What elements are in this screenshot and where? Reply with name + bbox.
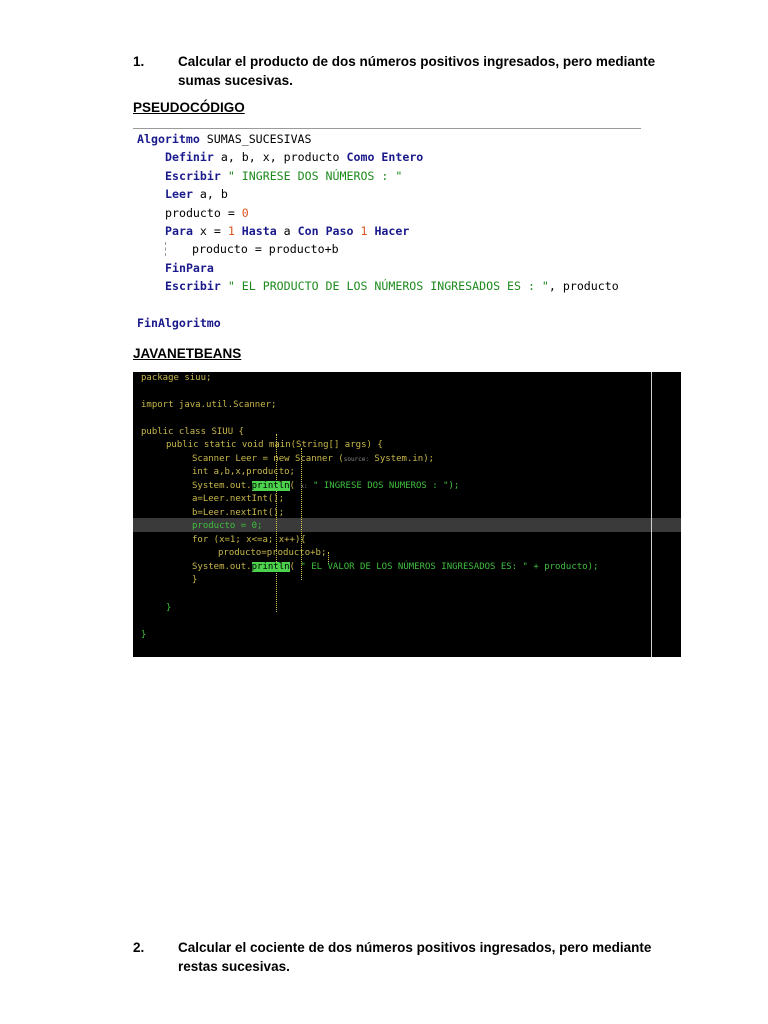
pseudo-line-5: producto = 0 <box>165 204 249 222</box>
margin-line <box>651 372 652 657</box>
kw: Escribir <box>165 279 221 293</box>
code-line-1: package siuu; <box>141 373 212 383</box>
string: " EL PRODUCTO DE LOS NÚMEROS INGRESADOS … <box>220 279 549 293</box>
code-text: System.out. <box>192 481 252 491</box>
pseudocode-divider <box>133 128 641 129</box>
code-line-5: Scanner Leer = new Scanner (source: Syst… <box>192 453 434 466</box>
text: a <box>276 224 298 238</box>
code-line-14: } <box>192 575 198 585</box>
pseudo-line-3: Escribir " INGRESE DOS NÚMEROS : " <box>165 167 402 185</box>
indent-guide <box>165 242 166 256</box>
kw: Definir <box>165 150 214 164</box>
number: 1 <box>227 224 235 238</box>
kw: Como Entero <box>346 150 424 164</box>
exercise-1: 1. Calcular el producto de dos números p… <box>133 52 693 90</box>
code-line-10: producto = 0; <box>192 521 263 531</box>
pseudo-line-2: Definir a, b, x, producto Como Entero <box>165 148 423 166</box>
code-text: Scanner Leer = new Scanner ( <box>192 454 344 464</box>
vars: a, b, x, producto <box>213 150 347 164</box>
kw: Hacer <box>367 224 410 238</box>
exercise-2-text: Calcular el cociente de dos números posi… <box>178 940 652 974</box>
code-line-15: } <box>166 603 172 613</box>
kw: Escribir <box>165 169 221 183</box>
text: , producto <box>548 279 619 293</box>
code-line-4: public static void main(String[] args) { <box>166 440 383 450</box>
code-line-11: for (x=1; x<=a; x++){ <box>192 535 306 545</box>
algo-name: SUMAS_SUCESIVAS <box>199 132 312 146</box>
pseudo-line-7: producto = producto+b <box>165 240 339 258</box>
code-line-3: public class SIUU { <box>141 427 244 437</box>
kw: FinAlgoritmo <box>137 316 221 330</box>
exercise-2: 2. Calcular el cociente de dos números p… <box>133 938 693 976</box>
kw: Hasta <box>234 224 277 238</box>
string: " INGRESE DOS NÚMEROS : " <box>220 169 403 183</box>
code-line-16: } <box>141 630 147 640</box>
exercise-1-number: 1. <box>133 54 145 69</box>
kw: Leer <box>165 187 193 201</box>
code-line-2: import java.util.Scanner; <box>141 400 277 410</box>
exercise-1-text: Calcular el producto de dos números posi… <box>178 54 656 88</box>
kw: Con Paso <box>297 224 354 238</box>
kw: Para <box>165 224 193 238</box>
kw: FinPara <box>165 261 214 275</box>
code-line-8: a=Leer.nextInt(); <box>192 494 285 504</box>
code-line-6: int a,b,x,producto; <box>192 467 295 477</box>
kw: Algoritmo <box>137 132 200 146</box>
code-text: ( <box>289 481 301 491</box>
assign: producto = <box>165 206 242 220</box>
pseudo-line-4: Leer a, b <box>165 185 228 203</box>
method-highlight: println <box>251 481 290 491</box>
code-text: System.in); <box>369 454 435 464</box>
pseudo-line-10: FinAlgoritmo <box>137 314 221 332</box>
vars: a, b <box>192 187 228 201</box>
pseudocode-heading: PSEUDOCÓDIGO <box>133 100 245 115</box>
code-line-7: System.out.println( x: " INGRESE DOS NUM… <box>192 480 459 493</box>
method-highlight: println <box>251 562 290 572</box>
java-heading: JAVANETBEANS <box>133 346 242 361</box>
text: x = <box>192 224 228 238</box>
param-hint: source: <box>343 456 370 463</box>
code-line-13: System.out.println( " EL VALOR DE LOS NÚ… <box>192 561 598 574</box>
java-code-screenshot: package siuu; import java.util.Scanner; … <box>133 372 681 657</box>
number: 0 <box>241 206 249 220</box>
param-hint: x: <box>300 483 308 490</box>
pseudo-line-8: FinPara <box>165 259 214 277</box>
exercise-2-number: 2. <box>133 940 145 955</box>
pseudo-line-9: Escribir " EL PRODUCTO DE LOS NÚMEROS IN… <box>165 277 619 295</box>
string: " INGRESE DOS NUMEROS : "); <box>307 481 460 491</box>
code-line-9: b=Leer.nextInt(); <box>192 508 285 518</box>
pseudo-line-1: Algoritmo SUMAS_SUCESIVAS <box>137 130 312 148</box>
text: producto = producto+b <box>192 242 339 256</box>
code-text: ( <box>289 562 301 572</box>
code-line-12: producto=producto+b; <box>218 548 327 558</box>
pseudo-line-6: Para x = 1 Hasta a Con Paso 1 Hacer <box>165 222 409 240</box>
code-text: System.out. <box>192 562 252 572</box>
string: " EL VALOR DE LOS NÚMEROS INGRESADOS ES:… <box>300 562 599 572</box>
